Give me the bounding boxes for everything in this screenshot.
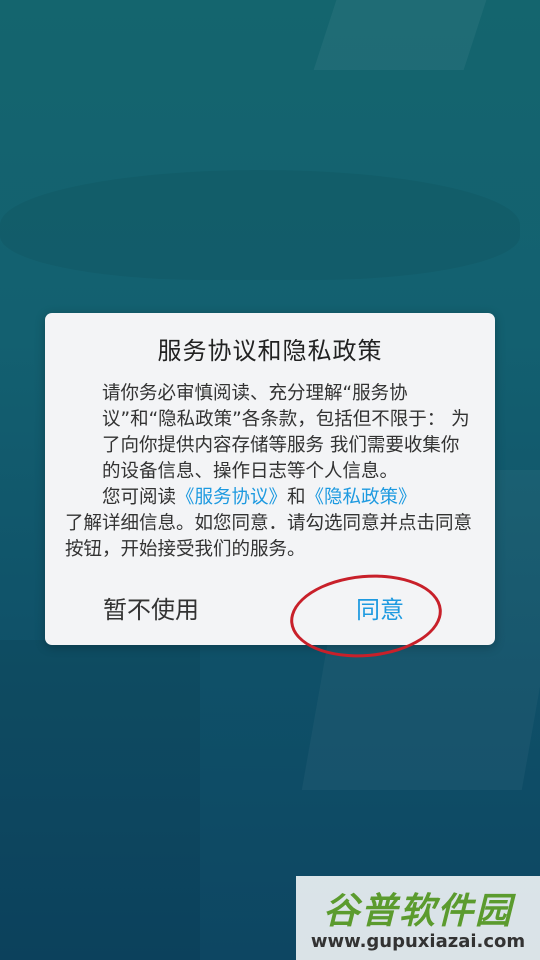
privacy-policy-link[interactable]: 《隐私政策》: [306, 487, 417, 508]
decline-button[interactable]: 暂不使用: [103, 595, 199, 625]
links-and-text: 和: [287, 487, 306, 508]
service-agreement-link[interactable]: 《服务协议》: [176, 487, 287, 508]
watermark-logo: 谷普软件园: [322, 891, 513, 932]
links-prefix-text: 您可阅读: [102, 487, 177, 508]
background-shape: [313, 0, 487, 70]
watermark-url: www.gupuxiazai.com: [310, 931, 526, 952]
background-shape: [0, 170, 520, 280]
background-shape: [0, 640, 200, 960]
dialog-paragraph-intro: 请你务必审慎阅读、充分理解“服务协议”和“隐私政策”各条款，包括但不限于： 为了…: [102, 383, 470, 482]
dialog-paragraph-consent: 了解详细信息。如您同意．请勾选同意并点击同意按钮，开始接受我们的服务。: [65, 513, 473, 560]
dialog-body: 请你务必审慎阅读、充分理解“服务协议”和“隐私政策”各条款，包括但不限于： 为了…: [65, 381, 477, 563]
watermark: 谷普软件园 www.gupuxiazai.com: [296, 876, 540, 960]
dialog-title: 服务协议和隐私政策: [157, 337, 383, 365]
dialog-paragraph-links: 您可阅读《服务协议》和《隐私政策》: [65, 485, 477, 511]
